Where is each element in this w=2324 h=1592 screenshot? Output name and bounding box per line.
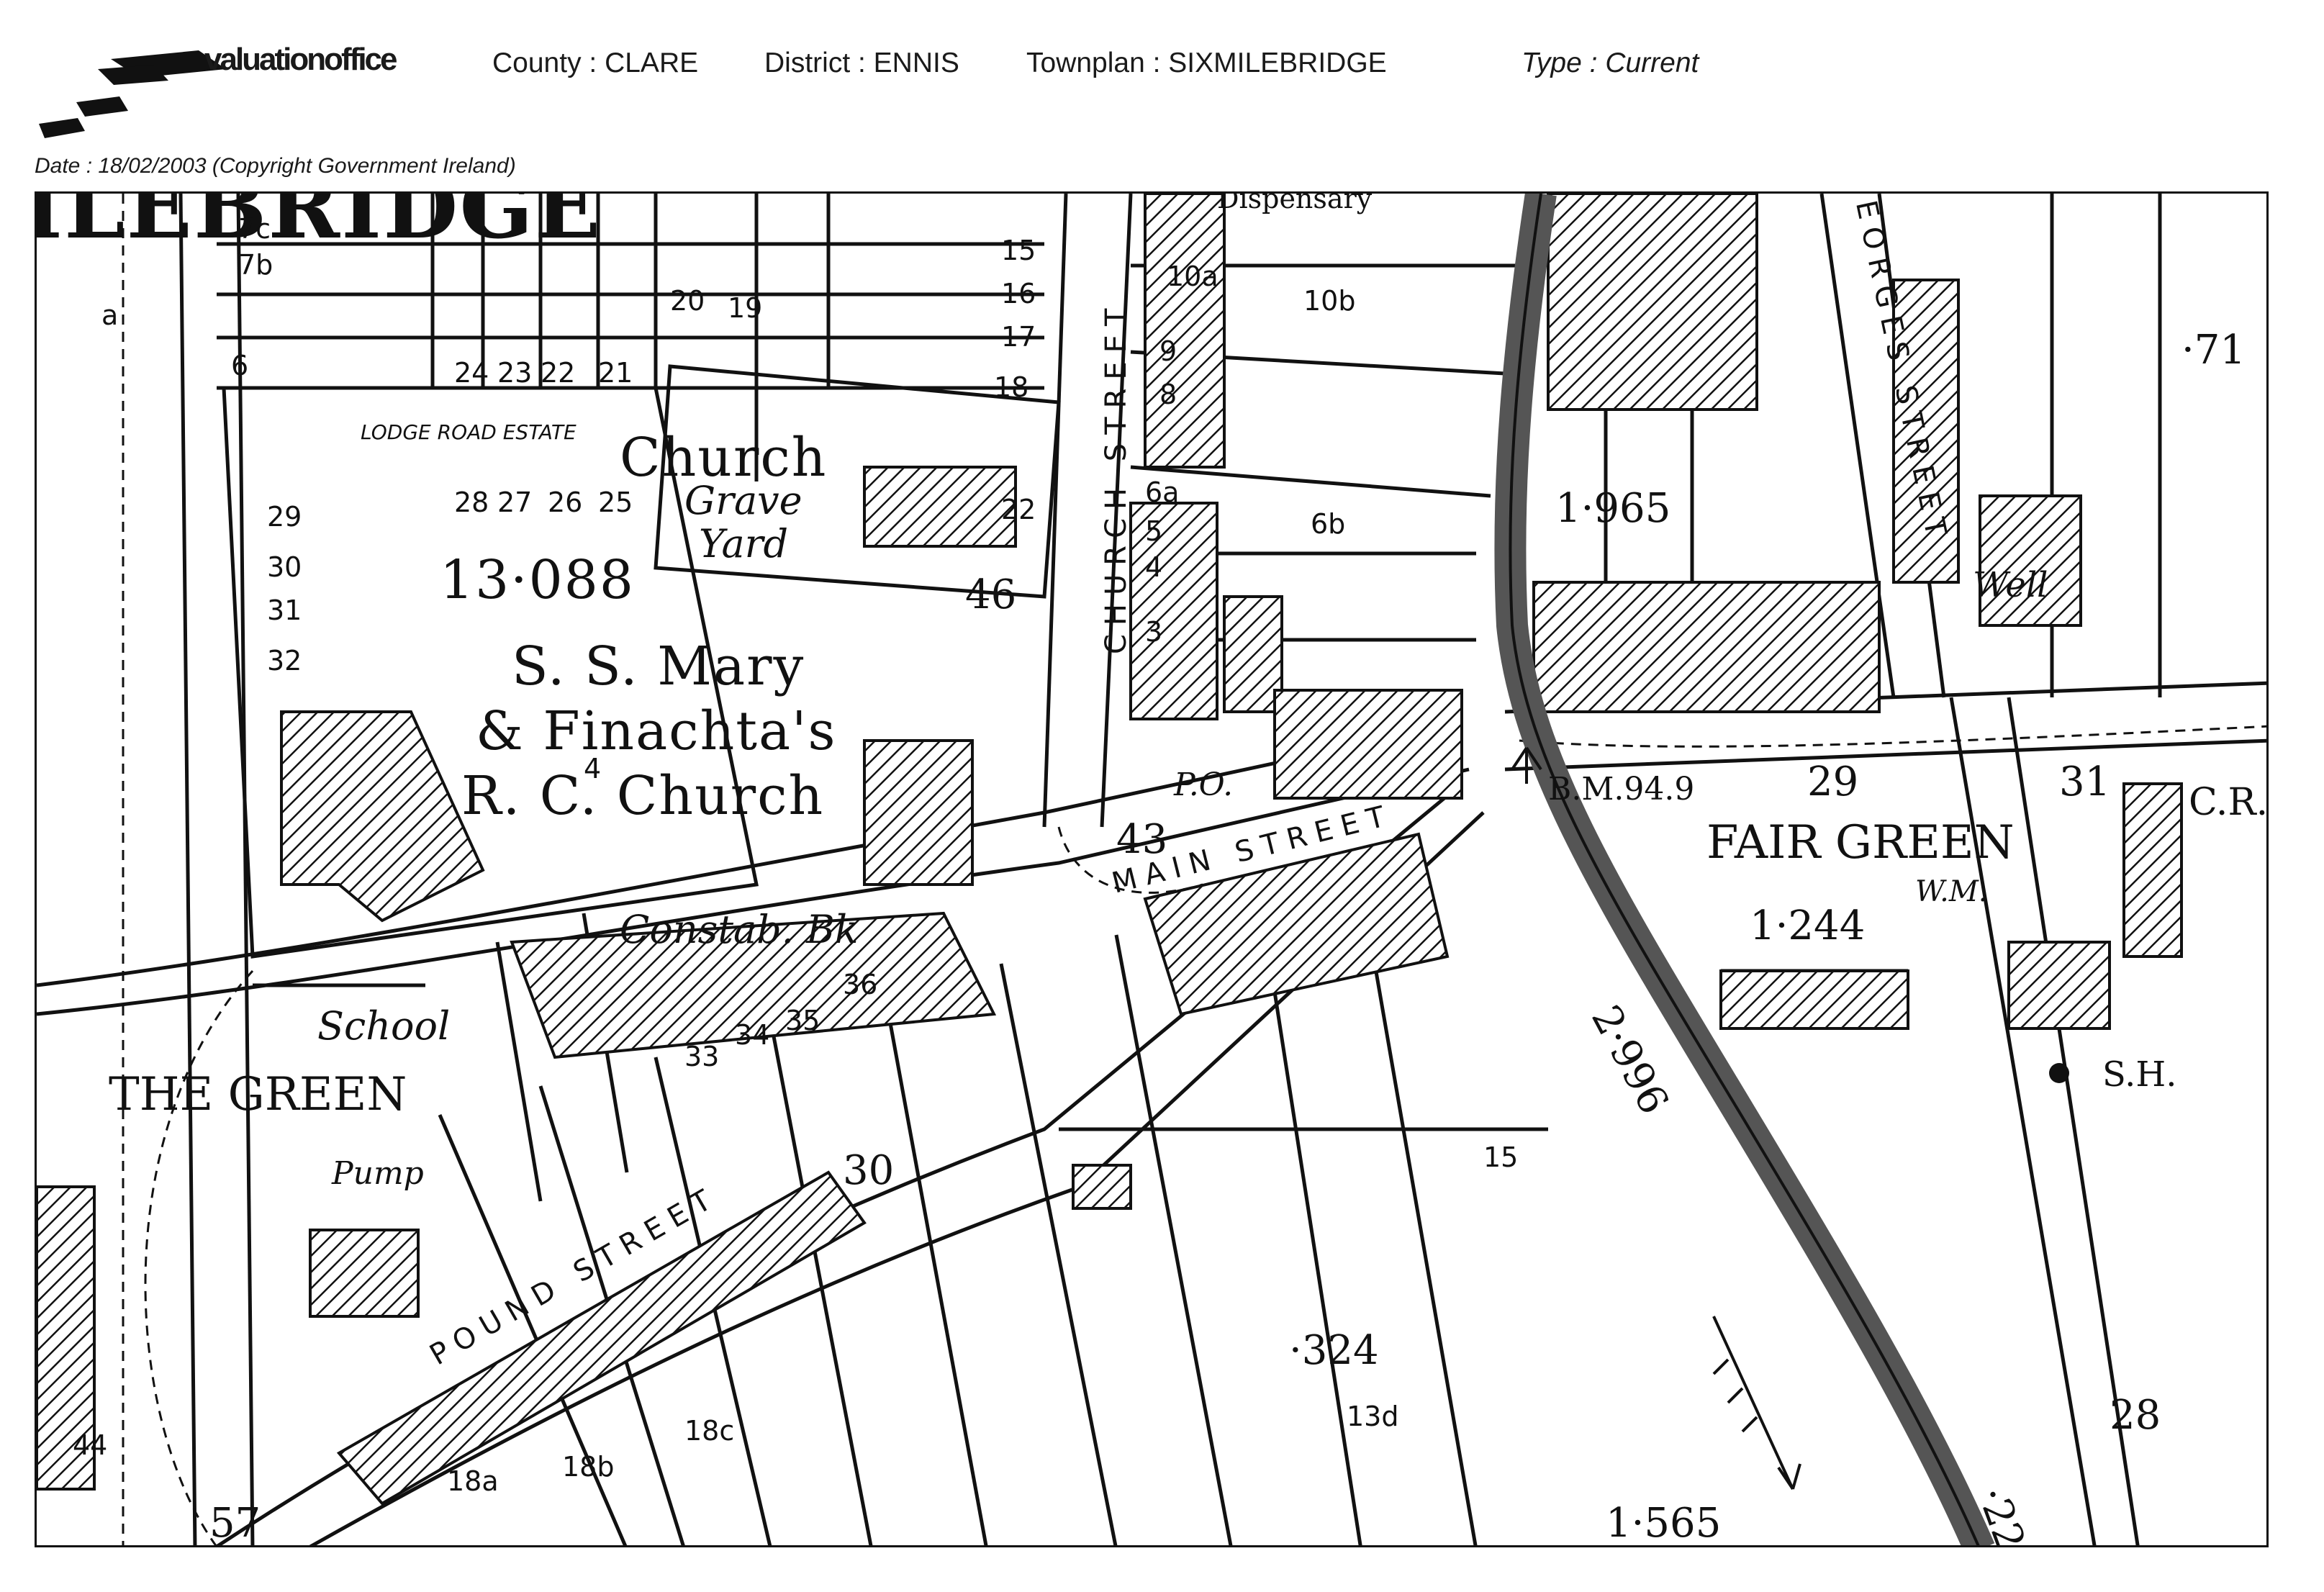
label-6b: 6b <box>1311 508 1346 540</box>
label-16: 16 <box>1001 278 1036 309</box>
church-street-label: CHURCH STREET <box>1100 299 1133 654</box>
district-field: District : ENNIS <box>764 48 959 78</box>
label-20: 20 <box>670 285 705 317</box>
the-green-label: THE GREEN <box>109 1068 407 1121</box>
grave-label: Grave <box>684 478 802 523</box>
town-name: ILEBRIDGE <box>35 191 602 258</box>
area-1965: 1·965 <box>1555 485 1671 532</box>
label-28b: 28 <box>454 487 489 518</box>
type-field: Type : Current <box>1522 48 1699 78</box>
area-324: ·324 <box>1289 1327 1379 1374</box>
label-a: a <box>101 299 119 331</box>
label-6: 6 <box>231 350 249 381</box>
label-71: ·71 <box>2181 327 2246 374</box>
dispensary-label: Dispensary <box>1217 191 1373 214</box>
church-name-2: & Finachta's <box>476 700 837 762</box>
north-arrow-icon <box>1712 1316 1801 1491</box>
church-label: Church <box>620 427 828 489</box>
label-10a: 10a <box>1167 261 1218 292</box>
yard-label: Yard <box>699 521 789 566</box>
label-23: 23 <box>497 357 533 389</box>
label-27: 27 <box>497 487 533 518</box>
church-num: 4 <box>584 753 602 784</box>
logo-text: valuationoffice <box>204 42 397 77</box>
label-18c: 18c <box>684 1415 735 1447</box>
cr-label: C.R. <box>2189 781 2269 824</box>
label-34: 34 <box>735 1019 770 1051</box>
label-36: 36 <box>843 969 878 1000</box>
fair-green-label: FAIR GREEN <box>1706 816 2015 869</box>
label-44: 44 <box>73 1429 108 1461</box>
well-label: Well <box>1973 565 2048 605</box>
label-18: 18 <box>994 371 1029 403</box>
label-19: 19 <box>728 292 763 324</box>
wm-label: W.M. <box>1915 875 1988 908</box>
label-25: 25 <box>598 487 633 518</box>
area-1565: 1·565 <box>1606 1500 1722 1547</box>
bm-label: B.M.94.9 <box>1548 771 1695 808</box>
label-9: 9 <box>1159 335 1177 367</box>
label-31b: 31 <box>267 594 302 626</box>
area-1244: 1·244 <box>1750 903 1866 949</box>
label-15: 15 <box>1483 1141 1519 1173</box>
label-46: 46 <box>965 571 1017 618</box>
label-26: 26 <box>548 487 583 518</box>
label-30b: 30 <box>267 551 302 583</box>
label-7c: 7c <box>238 213 271 245</box>
school-label: School <box>317 1003 451 1049</box>
label-18b: 18b <box>562 1451 615 1483</box>
church-name-1: S. S. Mary <box>512 636 805 697</box>
label-30: 30 <box>843 1147 895 1194</box>
church-name-3: R. C. Church <box>461 765 825 827</box>
lodge-road-estate-label: LODGE ROAD ESTATE <box>361 420 577 444</box>
label-57: 57 <box>209 1500 261 1547</box>
label-35: 35 <box>785 1005 820 1036</box>
area-13088: 13·088 <box>440 549 635 611</box>
label-31: 31 <box>2059 759 2111 805</box>
label-29: 29 <box>1807 759 1859 805</box>
label-6a: 6a <box>1145 476 1180 508</box>
label-29b: 29 <box>267 501 302 533</box>
label-4: 4 <box>1145 551 1163 583</box>
label-24: 24 <box>454 357 489 389</box>
label-3: 3 <box>1145 616 1163 648</box>
label-13d: 13d <box>1347 1401 1399 1432</box>
townplan-field: Townplan : SIXMILEBRIDGE <box>1026 48 1387 78</box>
label-22b: 22 <box>541 357 576 389</box>
label-22c: 22 <box>1001 494 1036 525</box>
label-33: 33 <box>684 1041 720 1072</box>
map-frame[interactable]: ILEBRIDGE Church Grave Yard LODGE ROAD E… <box>35 191 2269 1547</box>
sh-label: S.H. <box>2102 1054 2177 1095</box>
label-32b: 32 <box>267 645 302 677</box>
label-43: 43 <box>1116 816 1168 863</box>
label-18a: 18a <box>447 1465 499 1497</box>
label-10b: 10b <box>1303 285 1356 317</box>
po-label: P.O. <box>1174 766 1234 803</box>
label-21: 21 <box>598 357 633 389</box>
label-5: 5 <box>1145 515 1163 547</box>
pump-label: Pump <box>332 1155 424 1192</box>
header: valuationoffice County : CLARE District … <box>0 0 2324 187</box>
constab-label: Constab. Bk <box>620 907 859 952</box>
label-15b: 15 <box>1001 235 1036 266</box>
date-field: Date : 18/02/2003 (Copyright Government … <box>35 154 516 178</box>
label-28: 28 <box>2110 1392 2161 1439</box>
label-8: 8 <box>1159 379 1177 410</box>
county-field: County : CLARE <box>492 48 699 78</box>
label-17: 17 <box>1001 321 1036 353</box>
label-7b: 7b <box>238 249 273 281</box>
